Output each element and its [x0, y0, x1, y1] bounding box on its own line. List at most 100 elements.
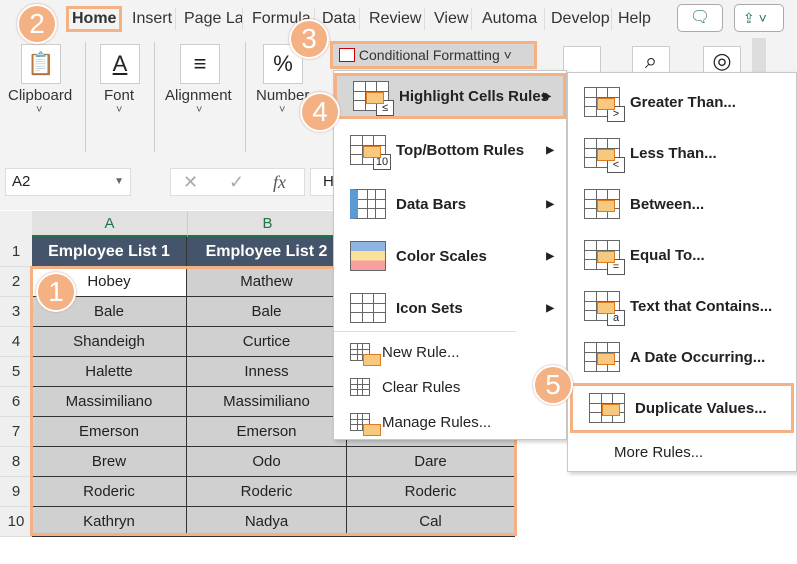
chevron-down-icon[interactable]: ˅ [116, 104, 122, 116]
highlight-cells-submenu: > Greater Than... < Less Than... Between... =… [567, 72, 797, 472]
row-header[interactable]: 7 [0, 417, 32, 447]
submenu-item[interactable]: = Equal To... [568, 230, 796, 280]
align-icon[interactable]: ≡ [180, 44, 220, 84]
cell[interactable]: Emerson [32, 417, 187, 447]
tab-help[interactable]: Help [615, 8, 654, 30]
cell[interactable]: Odo [187, 447, 347, 477]
tab-view[interactable]: View [431, 8, 473, 30]
row-header[interactable]: 3 [0, 297, 32, 327]
cell[interactable]: Roderic [32, 477, 187, 507]
step-badge-4: 4 [300, 92, 340, 132]
row-header[interactable]: 5 [0, 357, 32, 387]
rule-icon [589, 393, 625, 423]
enter-icon[interactable]: ✓ [229, 169, 244, 195]
cell[interactable]: Massimiliano [187, 387, 347, 417]
color-scales-icon [350, 241, 386, 271]
rule-icon: < [584, 138, 625, 173]
chevron-down-icon[interactable]: ˅ [196, 104, 202, 116]
cell[interactable]: Nadya [187, 507, 347, 537]
cell[interactable]: Massimiliano [32, 387, 187, 417]
cell[interactable]: Kathryn [32, 507, 187, 537]
menu-item-manage-rules[interactable]: Manage Rules... [334, 405, 566, 439]
share-button[interactable]: ⇪ ˅ [734, 4, 784, 32]
cell[interactable]: Roderic [347, 477, 515, 507]
clipboard-icon[interactable]: 📋 [21, 44, 61, 84]
cell[interactable]: Dare [347, 447, 515, 477]
column-header-a[interactable]: A [32, 211, 187, 237]
header-cell[interactable]: Employee List 1 [32, 237, 187, 267]
menu-item-color-scales[interactable]: Color Scales ▶ [334, 231, 566, 281]
tab-home[interactable]: Home [66, 6, 123, 32]
clipboard-group[interactable]: Clipboard [8, 87, 72, 104]
row-header[interactable]: 9 [0, 477, 32, 507]
submenu-arrow-icon: ▶ [546, 198, 554, 210]
step-badge-5: 5 [533, 365, 573, 405]
icon-sets-icon [350, 293, 386, 323]
menu-item-data-bars[interactable]: Data Bars ▶ [334, 179, 566, 229]
font-color-icon[interactable]: A [100, 44, 140, 84]
rule-icon [584, 342, 620, 372]
tab-insert[interactable]: Insert [129, 8, 177, 30]
menu-item-icon-sets[interactable]: Icon Sets ▶ [334, 283, 566, 333]
submenu-item[interactable]: Between... [568, 179, 796, 229]
tab-review[interactable]: Review [366, 8, 426, 30]
menu-item-clear-rules[interactable]: Clear Rules [334, 370, 566, 404]
row-header[interactable]: 10 [0, 507, 32, 537]
submenu-arrow-icon: ▶ [543, 90, 551, 102]
submenu-arrow-icon: ▶ [546, 250, 554, 262]
submenu-item[interactable]: > Greater Than... [568, 77, 796, 127]
cell[interactable]: Cal [347, 507, 515, 537]
cell[interactable]: Bale [187, 297, 347, 327]
conditional-formatting-button[interactable]: Conditional Formatting ˅ [330, 41, 537, 69]
more-rules-item[interactable]: More Rules... [568, 435, 796, 469]
number-group[interactable]: Number [256, 87, 309, 104]
select-all[interactable] [0, 211, 32, 237]
name-box[interactable]: A2 ▼ [5, 168, 131, 196]
conditional-formatting-icon [339, 48, 355, 62]
menu-item-new-rule[interactable]: New Rule... [334, 335, 566, 369]
menu-item-highlight-cells-rules[interactable]: ≤ Highlight Cells Rules ▶ [334, 73, 566, 119]
chevron-down-icon[interactable]: ˅ [36, 104, 42, 116]
ribbon-tabs: Home Insert Page La Formula Data Review … [0, 0, 797, 38]
cell[interactable]: Inness [187, 357, 347, 387]
tab-automate[interactable]: Automa [479, 8, 545, 30]
cell[interactable]: Roderic [187, 477, 347, 507]
cancel-icon[interactable]: ✕ [183, 169, 198, 195]
share-icon: ⇪ [743, 10, 755, 26]
alignment-group[interactable]: Alignment [165, 87, 232, 104]
step-badge-3: 3 [289, 19, 329, 59]
submenu-item[interactable]: Duplicate Values... [570, 383, 794, 433]
chevron-down-icon[interactable]: ˅ [279, 104, 285, 116]
row-header[interactable]: 1 [0, 237, 32, 267]
submenu-item[interactable]: a Text that Contains... [568, 281, 796, 331]
submenu-item[interactable]: < Less Than... [568, 128, 796, 178]
header-cell[interactable]: Employee List 2 [187, 237, 347, 267]
highlight-cells-icon: ≤ [353, 81, 394, 116]
row-header[interactable]: 2 [0, 267, 32, 297]
cell[interactable]: Shandeigh [32, 327, 187, 357]
comment-icon: 🗨 [689, 9, 711, 26]
cell[interactable]: Emerson [187, 417, 347, 447]
menu-item-top-bottom-rules[interactable]: 10 Top/Bottom Rules ▶ [334, 125, 566, 175]
row-header[interactable]: 6 [0, 387, 32, 417]
rule-icon [584, 189, 620, 219]
tab-page-layout[interactable]: Page La [181, 8, 243, 30]
row-header[interactable]: 8 [0, 447, 32, 477]
font-group[interactable]: Font [104, 87, 134, 104]
cell[interactable]: Mathew [187, 267, 347, 297]
step-badge-1: 1 [36, 272, 76, 312]
step-badge-2: 2 [17, 4, 57, 44]
column-header-b[interactable]: B [187, 211, 347, 237]
submenu-arrow-icon: ▶ [546, 144, 554, 156]
submenu-item[interactable]: A Date Occurring... [568, 332, 796, 382]
rule-icon: a [584, 291, 625, 326]
row-header[interactable]: 4 [0, 327, 32, 357]
insert-function-icon[interactable]: fx [273, 169, 286, 195]
tab-developer[interactable]: Develop [548, 8, 612, 30]
comments-button[interactable]: 🗨 [677, 4, 723, 32]
cell[interactable]: Brew [32, 447, 187, 477]
submenu-arrow-icon: ▶ [546, 302, 554, 314]
cell[interactable]: Curtice [187, 327, 347, 357]
ribbon-scroll[interactable] [752, 38, 766, 72]
cell[interactable]: Halette [32, 357, 187, 387]
